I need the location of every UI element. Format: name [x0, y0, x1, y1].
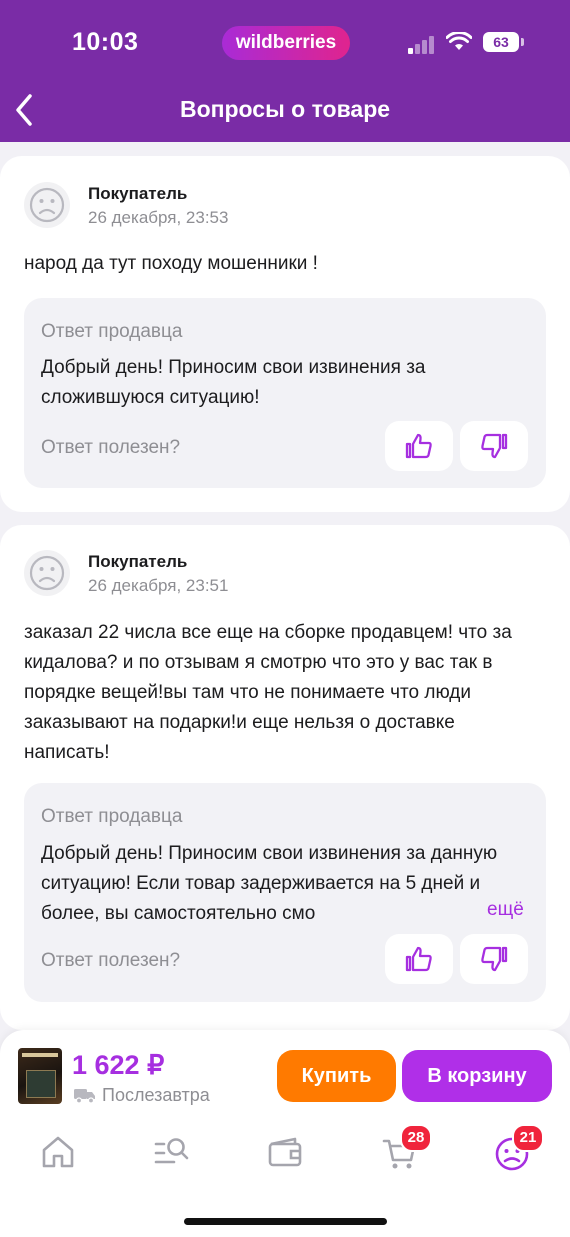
home-indicator [184, 1218, 387, 1225]
tab-catalog[interactable] [152, 1132, 192, 1172]
reply-label: Ответ продавца [41, 321, 183, 342]
product-thumbnail[interactable] [18, 1048, 62, 1104]
question-text: заказал 22 числа все еще на сборке прода… [24, 622, 512, 763]
delivery-date: Послезавтра [102, 1085, 210, 1105]
home-icon [42, 1136, 74, 1168]
like-button[interactable] [385, 421, 453, 471]
thumbs-down-icon [481, 946, 508, 972]
cart-count-badge: 28 [400, 1124, 432, 1152]
author-name: Покупатель [88, 552, 188, 571]
catalog-search-icon [154, 1138, 189, 1164]
tab-profile[interactable]: 21 [492, 1124, 544, 1172]
dislike-button[interactable] [460, 421, 528, 471]
tab-home[interactable] [38, 1132, 78, 1172]
question-card: Покупатель 26 декабря, 23:53 народ да ту… [0, 156, 570, 512]
buy-button[interactable]: Купить [277, 1050, 396, 1102]
wifi-icon [446, 32, 472, 50]
bottom-bar: 1 622 ₽ Послезавтра Купить В корзину 28 … [0, 1030, 570, 1237]
useful-label: Ответ полезен? [41, 950, 181, 971]
reply-text: Добрый день! Приносим свои извинения за … [41, 843, 498, 924]
tab-cart[interactable]: 28 [380, 1124, 432, 1172]
wallet-icon [268, 1137, 302, 1167]
question-card: Покупатель 26 декабря, 23:51 заказал 22 … [0, 525, 570, 1030]
truck-icon [74, 1089, 95, 1104]
avatar [24, 550, 70, 596]
seller-reply: Ответ продавца Добрый день! Приносим сво… [24, 298, 546, 488]
clock: 10:03 [72, 28, 139, 56]
useful-label: Ответ полезен? [41, 437, 181, 458]
status-bar: 10:03 wildberries 63 [0, 22, 570, 62]
sad-face-icon [29, 187, 65, 223]
thumbs-up-icon [405, 433, 432, 459]
reply-label: Ответ продавца [41, 806, 183, 827]
seller-reply: Ответ продавца Добрый день! Приносим сво… [24, 783, 546, 1002]
battery-tip [521, 38, 524, 46]
like-button[interactable] [385, 934, 453, 984]
page-title: Вопросы о товаре [179, 96, 391, 122]
brand-logo: wildberries [222, 26, 350, 60]
tab-wallet[interactable] [265, 1132, 305, 1172]
question-text: народ да тут походу мошенники ! [24, 253, 318, 274]
reply-text: Добрый день! Приносим свои извинения за … [41, 357, 426, 408]
question-date: 26 декабря, 23:53 [88, 208, 229, 227]
product-price: 1 622 ₽ [72, 1050, 165, 1080]
dislike-button[interactable] [460, 934, 528, 984]
thumbs-down-icon [481, 433, 508, 459]
battery-indicator: 63 [483, 32, 519, 52]
sad-face-icon [29, 555, 65, 591]
thumbs-up-icon [405, 946, 432, 972]
author-name: Покупатель [88, 184, 188, 203]
more-link[interactable]: ещё [465, 899, 524, 921]
question-date: 26 декабря, 23:51 [88, 576, 229, 595]
cellular-signal-icon [408, 36, 438, 54]
notifications-badge: 21 [512, 1124, 544, 1152]
add-to-cart-button[interactable]: В корзину [402, 1050, 552, 1102]
avatar [24, 182, 70, 228]
header: 10:03 wildberries 63 Вопросы о товаре [0, 0, 570, 142]
